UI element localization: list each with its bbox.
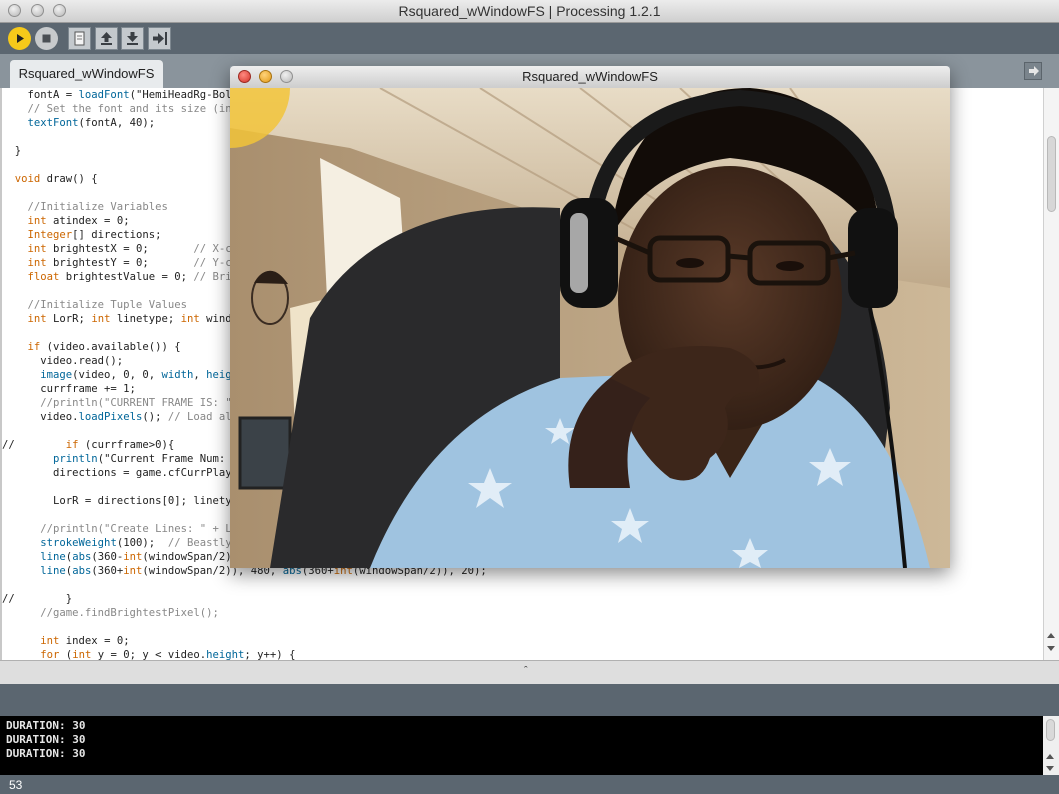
status-bar [0, 684, 1059, 716]
code-line: int index = 0; [40, 635, 130, 647]
line-number: 53 [9, 778, 23, 792]
scroll-down-arrow-icon[interactable] [1047, 646, 1055, 651]
stop-button[interactable] [35, 27, 58, 50]
export-icon [153, 32, 167, 45]
export-button[interactable] [148, 27, 171, 50]
sketch-title-bar[interactable]: Rsquared_wWindowFS [230, 66, 950, 89]
editor-scrollbar[interactable] [1043, 88, 1059, 660]
webcam-image [230, 88, 950, 568]
tab-rsquared-wwindowfs[interactable]: Rsquared_wWindowFS [10, 60, 163, 88]
play-icon [17, 34, 24, 43]
open-button[interactable] [95, 27, 118, 50]
new-button[interactable] [68, 27, 91, 50]
console-scrollbar[interactable] [1043, 716, 1059, 775]
caret-up-icon: ˆ [524, 665, 528, 677]
toolbar [0, 23, 1059, 54]
sketch-window: Rsquared_wWindowFS [230, 66, 950, 568]
editor-scroll-thumb[interactable] [1047, 136, 1056, 212]
code-line: //game.findBrightestPixel(); [2, 607, 219, 619]
console-scroll-up-icon[interactable] [1046, 754, 1054, 759]
new-file-icon [74, 31, 85, 46]
save-download-icon [127, 32, 138, 45]
sketch-window-title: Rsquared_wWindowFS [522, 69, 658, 84]
open-upload-icon [101, 32, 112, 45]
run-button[interactable] [8, 27, 31, 50]
save-button[interactable] [121, 27, 144, 50]
window-title: Rsquared_wWindowFS | Processing 1.2.1 [398, 3, 661, 19]
console-scroll-down-icon[interactable] [1046, 766, 1054, 771]
console-line: DURATION: 30 [6, 719, 86, 732]
console-line: DURATION: 30 [6, 733, 86, 746]
arrow-right-icon [1029, 66, 1039, 76]
stop-icon [42, 34, 51, 43]
tab-menu-button[interactable] [1024, 62, 1042, 80]
line-number-bar: 53 [0, 775, 1059, 794]
scroll-up-arrow-icon[interactable] [1047, 633, 1055, 638]
main-title-bar: Rsquared_wWindowFS | Processing 1.2.1 [0, 0, 1059, 23]
console-output: DURATION: 30 DURATION: 30 DURATION: 30 [0, 716, 1043, 775]
code-line: // } [2, 593, 73, 605]
console-line: DURATION: 30 [6, 747, 86, 760]
webcam-video-frame [230, 88, 950, 568]
editor-console-divider[interactable]: ˆ [0, 660, 1059, 685]
code-line: for (int y = 0; y < video.height; y++) { [40, 649, 296, 660]
console-scroll-thumb[interactable] [1046, 719, 1055, 741]
